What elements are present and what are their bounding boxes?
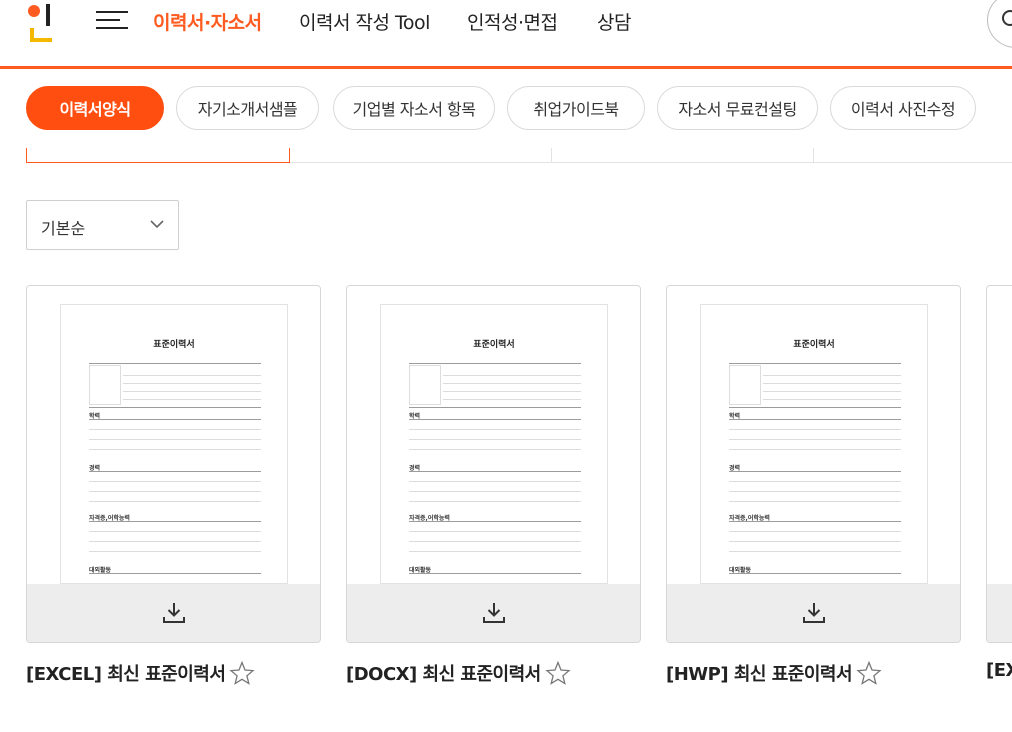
template-card[interactable]: 표준이력서 학력 경력 자격증,어학능력 대외활동 <box>346 285 641 643</box>
chip-resume-templates[interactable]: 이력서양식 <box>26 86 164 130</box>
chip-photo-edit[interactable]: 이력서 사진수정 <box>830 86 976 130</box>
chevron-down-icon <box>150 220 164 229</box>
search-icon <box>1002 10 1012 26</box>
download-icon <box>482 603 505 623</box>
star-outline-icon[interactable] <box>856 660 882 686</box>
sub-tab[interactable] <box>552 148 814 163</box>
template-card-partial[interactable] <box>986 285 1012 643</box>
download-icon <box>802 603 825 623</box>
logo-icon[interactable] <box>24 2 56 42</box>
sub-tab-active[interactable] <box>26 148 290 163</box>
nav-consulting[interactable]: 상담 <box>597 8 631 35</box>
sub-tab-strip <box>26 148 1012 163</box>
resume-thumbnail: 표준이력서 학력 경력 자격증,어학능력 대외활동 <box>380 304 608 584</box>
sub-tab[interactable] <box>290 148 552 163</box>
sort-select[interactable]: 기본순 <box>26 200 179 250</box>
template-title[interactable]: [DOCX] 최신 표준이력서 <box>346 660 571 686</box>
top-header: 이력서·자소서 이력서 작성 Tool 인적성·면접 상담 <box>0 0 1012 69</box>
template-preview[interactable]: 표준이력서 학력 경력 자격증,어학능력 대외활동 <box>27 286 320 584</box>
header-divider <box>0 66 1012 69</box>
chip-free-consulting[interactable]: 자소서 무료컨설팅 <box>657 86 818 130</box>
template-title-partial[interactable]: [EX <box>986 660 1012 681</box>
chip-self-intro-samples[interactable]: 자기소개서샘플 <box>176 86 319 130</box>
chip-company-essay-items[interactable]: 기업별 자소서 항목 <box>333 86 495 130</box>
star-outline-icon[interactable] <box>229 660 256 686</box>
page: 이력서·자소서 이력서 작성 Tool 인적성·면접 상담 이력서양식 자기소개… <box>0 0 1012 732</box>
resume-thumbnail: 표준이력서 학력 경력 자격증,어학능력 대외활동 <box>700 304 928 584</box>
download-button[interactable] <box>667 584 960 642</box>
download-button[interactable] <box>987 584 1012 642</box>
sort-selected-value: 기본순 <box>41 219 86 238</box>
template-title[interactable]: [HWP] 최신 표준이력서 <box>666 660 882 686</box>
download-icon <box>162 603 185 623</box>
resume-thumbnail: 표준이력서 학력 경력 자격증,어학능력 대외활동 <box>60 304 288 584</box>
nav-resume-tool[interactable]: 이력서 작성 Tool <box>299 8 430 35</box>
menu-icon[interactable] <box>96 10 128 32</box>
template-preview[interactable]: 표준이력서 학력 경력 자격증,어학능력 대외활동 <box>667 286 960 584</box>
template-title[interactable]: [EXCEL] 최신 표준이력서 <box>26 660 256 686</box>
star-outline-icon[interactable] <box>545 660 571 686</box>
nav-aptitude-interview[interactable]: 인적성·면접 <box>467 8 558 35</box>
chip-career-guidebook[interactable]: 취업가이드북 <box>507 86 645 130</box>
search-button[interactable] <box>987 0 1012 48</box>
download-button[interactable] <box>27 584 320 642</box>
template-card[interactable]: 표준이력서 학력 경력 자격증,어학능력 대외활동 <box>26 285 321 643</box>
download-button[interactable] <box>347 584 640 642</box>
template-card[interactable]: 표준이력서 학력 경력 자격증,어학능력 대외활동 <box>666 285 961 643</box>
template-preview[interactable]: 표준이력서 학력 경력 자격증,어학능력 대외활동 <box>347 286 640 584</box>
nav-resume-cover-letter[interactable]: 이력서·자소서 <box>153 8 262 35</box>
